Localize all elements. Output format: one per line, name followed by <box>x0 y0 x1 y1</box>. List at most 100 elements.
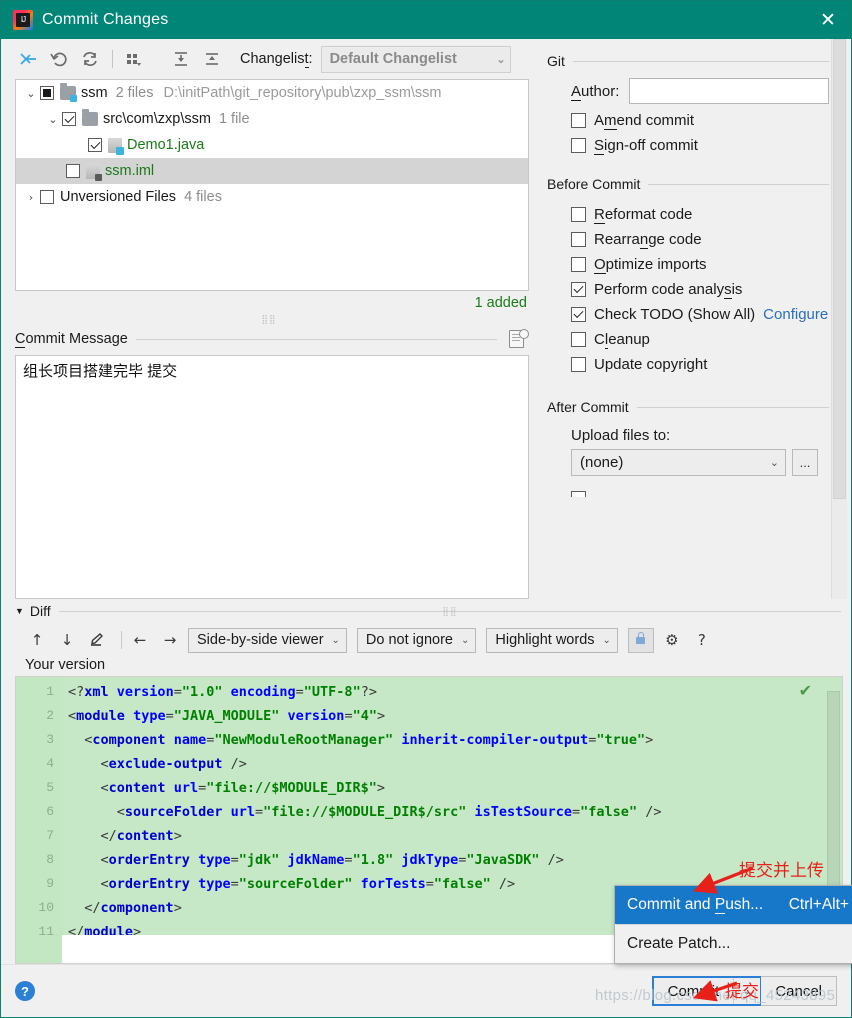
scrollbar-thumb[interactable] <box>833 39 846 499</box>
cleanup-checkbox[interactable]: Cleanup <box>547 331 851 349</box>
checkbox-box[interactable] <box>571 257 586 272</box>
commit-dropdown-menu[interactable]: Commit and Push... Ctrl+Alt+ Create Patc… <box>614 885 852 964</box>
checkbox-box[interactable] <box>571 113 586 128</box>
diff-toolbar: ↑ ↓ ← → Side-by-side viewer ⌄ Do not ign… <box>1 623 851 657</box>
divider <box>636 406 829 408</box>
partial-checkbox-row[interactable] <box>547 484 851 500</box>
accept-right-icon[interactable]: → <box>158 628 182 652</box>
lock-icon[interactable] <box>627 627 654 653</box>
gear-icon[interactable]: ⚙ <box>660 628 684 652</box>
perform-code-analysis-checkbox[interactable]: Perform code analysis <box>547 281 851 299</box>
update-copyright-checkbox[interactable]: Update copyright <box>547 356 851 373</box>
row-count: 2 files <box>115 85 154 101</box>
group-by-icon[interactable] <box>121 46 147 72</box>
diff-splitter[interactable]: ⣿⣿ <box>442 606 457 617</box>
show-diff-icon[interactable] <box>15 46 41 72</box>
upload-target-dropdown[interactable]: (none) ⌄ <box>571 449 786 476</box>
perform-code-analysis-label: Perform code analysis <box>594 281 743 299</box>
options-scrollbar[interactable] <box>831 39 847 599</box>
menu-item-create-patch[interactable]: Create Patch... <box>615 925 852 963</box>
table-row[interactable]: ⌄ ssm 2 files D:\initPath\git_repository… <box>16 80 528 106</box>
code-line: <content url="file://$MODULE_DIR$"> <box>100 780 386 796</box>
author-field[interactable] <box>629 78 829 104</box>
help-icon[interactable]: ? <box>690 628 714 652</box>
row-checkbox[interactable] <box>40 190 54 204</box>
checkbox-box[interactable] <box>571 491 586 497</box>
menu-item-commit-and-push[interactable]: Commit and Push... Ctrl+Alt+ <box>615 886 852 924</box>
row-checkbox[interactable] <box>88 138 102 152</box>
checkbox-box[interactable] <box>571 207 586 222</box>
row-checkbox[interactable] <box>66 164 80 178</box>
edit-source-icon[interactable] <box>85 628 109 652</box>
chevron-down-icon: ⌄ <box>460 634 470 646</box>
viewer-mode-value: Side-by-side viewer <box>197 632 324 648</box>
chevron-right-icon[interactable]: › <box>22 191 40 204</box>
chevron-down-icon[interactable]: ⌄ <box>44 113 62 126</box>
dialog-content: Changelist: Default Changelist ⌄ ⌄ ssm 2… <box>1 39 851 1017</box>
commit-message-input[interactable]: 组长项目搭建完毕 提交 <box>15 355 529 599</box>
diff-section-label: Diff <box>29 603 51 619</box>
check-todo-checkbox[interactable]: Check TODO (Show All) Configure <box>547 306 851 323</box>
optimize-imports-checkbox[interactable]: Optimize imports <box>547 256 851 274</box>
next-difference-icon[interactable]: ↓ <box>55 628 79 652</box>
row-name: Unversioned Files <box>60 189 177 205</box>
chevron-down-icon: ⌄ <box>602 634 611 646</box>
sign-off-commit-checkbox[interactable]: Sign-off commit <box>547 137 851 155</box>
added-summary: 1 added <box>474 295 527 311</box>
checkbox-box[interactable] <box>571 357 586 372</box>
ignore-mode-value: Do not ignore <box>365 632 453 648</box>
help-icon[interactable]: ? <box>15 981 35 1001</box>
group-after-commit: After Commit <box>547 399 851 415</box>
refresh-icon[interactable] <box>77 46 103 72</box>
changelist-label: Changelist: <box>240 51 313 68</box>
row-count: 1 file <box>218 111 250 127</box>
configure-link[interactable]: Configure <box>763 306 828 323</box>
sign-off-commit-label: Sign-off commit <box>594 137 698 155</box>
code-line: <?xml version="1.0" encoding="UTF-8"?> <box>68 684 377 700</box>
row-checkbox[interactable] <box>40 86 54 100</box>
code-line: </content> <box>100 828 182 844</box>
update-copyright-label: Update copyright <box>594 356 708 373</box>
upload-files-label: Upload files to: <box>571 427 671 444</box>
collapse-all-icon[interactable] <box>199 46 225 72</box>
table-row[interactable]: › Unversioned Files 4 files <box>16 184 528 210</box>
table-row[interactable]: ssm.iml <box>16 158 528 184</box>
rearrange-code-checkbox[interactable]: Rearrange code <box>547 231 851 249</box>
chevron-down-icon: ⌄ <box>769 457 779 469</box>
checkbox-box[interactable] <box>571 307 586 322</box>
changes-tree[interactable]: ⌄ ssm 2 files D:\initPath\git_repository… <box>15 79 529 291</box>
close-icon[interactable]: ✕ <box>805 1 851 39</box>
row-checkbox[interactable] <box>62 112 76 126</box>
pane-splitter[interactable]: ⣿⣿ <box>1 313 537 325</box>
row-name: ssm <box>81 85 108 101</box>
revert-icon[interactable] <box>46 46 72 72</box>
reformat-code-label: Reformat code <box>594 206 693 224</box>
collapse-triangle-icon[interactable]: ▼ <box>15 606 24 616</box>
expand-all-icon[interactable] <box>168 46 194 72</box>
reformat-code-checkbox[interactable]: Reformat code <box>547 206 851 224</box>
divider <box>572 60 829 62</box>
checkbox-box[interactable] <box>571 138 586 153</box>
ignore-mode-dropdown[interactable]: Do not ignore ⌄ <box>356 627 477 653</box>
message-history-icon[interactable] <box>507 329 529 349</box>
checkbox-box[interactable] <box>571 282 586 297</box>
checkbox-box[interactable] <box>571 232 586 247</box>
menu-item-shortcut: Ctrl+Alt+ <box>788 896 849 913</box>
amend-commit-checkbox[interactable]: Amend commit <box>547 112 851 130</box>
table-row[interactable]: Demo1.java <box>16 132 528 158</box>
changelist-dropdown[interactable]: Default Changelist ⌄ <box>320 45 511 73</box>
intellij-idea-icon: IJ <box>13 10 33 30</box>
title-bar: IJ Commit Changes ✕ <box>1 1 851 39</box>
previous-difference-icon[interactable]: ↑ <box>25 628 49 652</box>
accept-left-icon[interactable]: ← <box>128 628 152 652</box>
line-number: 2 <box>46 708 54 723</box>
browse-button[interactable]: ... <box>792 449 818 476</box>
viewer-mode-dropdown[interactable]: Side-by-side viewer ⌄ <box>188 627 347 653</box>
table-row[interactable]: ⌄ src\com\zxp\ssm 1 file <box>16 106 528 132</box>
checkbox-box[interactable] <box>571 332 586 347</box>
chevron-down-icon[interactable]: ⌄ <box>22 87 40 100</box>
highlight-mode-dropdown[interactable]: Highlight words ⌄ <box>486 627 618 653</box>
code-line: <module type="JAVA_MODULE" version="4"> <box>68 708 386 724</box>
options-pane: Git Author: Amend commit Sign-off commit <box>537 39 851 599</box>
diff-section-header[interactable]: ▼ Diff ⣿⣿ <box>1 599 851 623</box>
